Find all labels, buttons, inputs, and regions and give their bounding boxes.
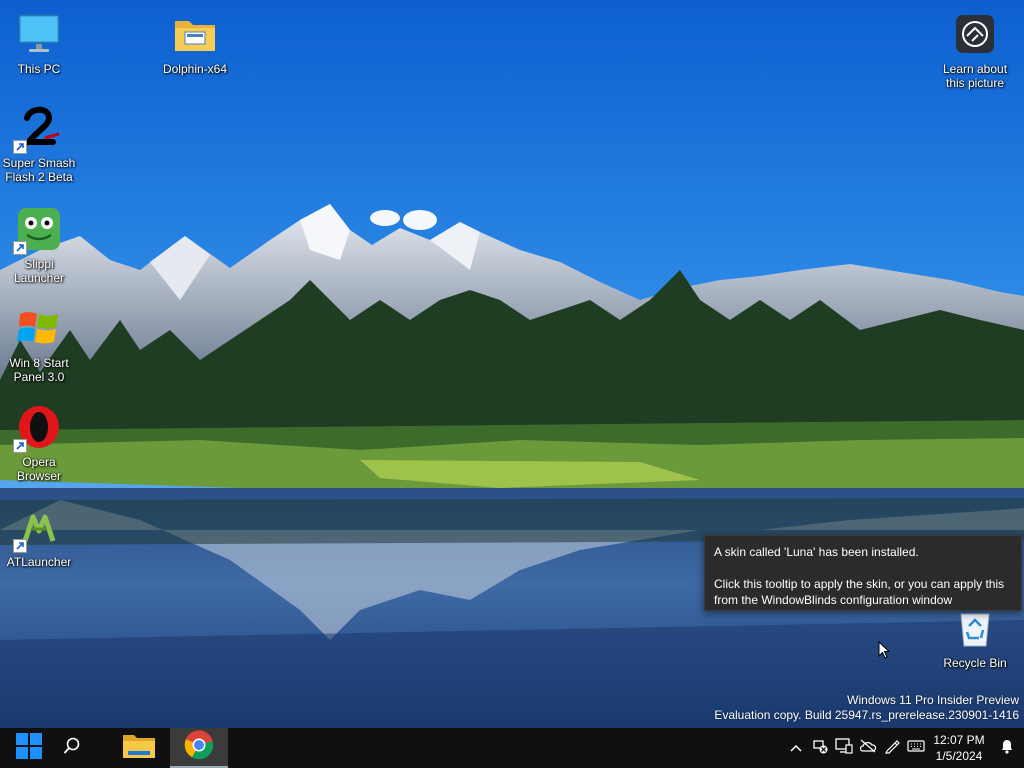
atlauncher-icon — [13, 503, 63, 553]
network-disconnected-icon — [812, 738, 828, 759]
desktop-icon-super-smash-flash[interactable]: Super Smash Flash 2 Beta — [1, 104, 77, 184]
search-icon — [63, 737, 81, 760]
watermark-line-1: Windows 11 Pro Insider Preview — [847, 693, 1019, 707]
shortcut-arrow-icon — [13, 241, 27, 255]
monitor-icon — [15, 10, 63, 58]
notification-center-button[interactable] — [990, 728, 1024, 768]
desktop-icon-slippi-launcher[interactable]: Slippi Launcher — [1, 205, 77, 285]
windows-start-icon — [16, 732, 42, 764]
desktop-icon-recycle-bin[interactable]: Recycle Bin — [937, 604, 1013, 670]
desktop-icon-label: Opera Browser — [16, 455, 61, 483]
clock-time: 12:07 PM — [933, 733, 985, 747]
desktop-icon-label: Dolphin-x64 — [162, 62, 228, 76]
shortcut-arrow-icon — [13, 439, 27, 453]
tray-network-button[interactable] — [808, 728, 832, 768]
desktop-icon-dolphin[interactable]: Dolphin-x64 — [157, 10, 233, 76]
pen-icon — [884, 738, 900, 759]
chrome-taskbar-button[interactable] — [170, 728, 228, 768]
clock-date: 1/5/2024 — [935, 749, 983, 763]
desktop-icon-label: This PC — [17, 62, 61, 76]
tray-touch-keyboard-button[interactable] — [904, 728, 928, 768]
frog-icon — [13, 205, 63, 255]
windows-flag-icon — [15, 304, 63, 352]
desktop-icon-opera-browser[interactable]: Opera Browser — [1, 403, 77, 483]
taskbar: 12:07 PM 1/5/2024 — [0, 728, 1024, 768]
shortcut-arrow-icon — [13, 539, 27, 553]
desktop-icon-win8-start-panel[interactable]: Win 8 Start Panel 3.0 — [1, 304, 77, 384]
windowblinds-tooltip[interactable]: A skin called 'Luna' has been installed.… — [704, 535, 1022, 611]
watermark-line-2: Evaluation copy. Build 25947.rs_prerelea… — [714, 708, 1019, 722]
keyboard-icon — [907, 739, 925, 757]
desktop-icon-label: Super Smash Flash 2 Beta — [2, 156, 76, 184]
tray-onedrive-button[interactable] — [856, 728, 880, 768]
file-explorer-icon — [122, 732, 156, 765]
file-explorer-button[interactable] — [110, 728, 168, 768]
folder-icon — [171, 10, 219, 58]
desktop-icon-learn-about-picture[interactable]: Learn about this picture — [937, 10, 1013, 90]
tray-pen-button[interactable] — [880, 728, 904, 768]
tray-display-button[interactable] — [832, 728, 856, 768]
show-hidden-icons-button[interactable] — [784, 728, 808, 768]
evaluation-watermark: Windows 11 Pro Insider Preview Evaluatio… — [714, 693, 1019, 723]
chrome-icon — [184, 729, 214, 765]
shortcut-arrow-icon — [13, 140, 27, 154]
desktop-wallpaper — [0, 0, 1024, 728]
ssf2-icon — [13, 104, 63, 154]
tooltip-body: Click this tooltip to apply the skin, or… — [714, 577, 1005, 607]
recycle-bin-icon — [951, 604, 999, 652]
system-tray: 12:07 PM 1/5/2024 — [784, 728, 1024, 768]
display-icon — [835, 737, 853, 759]
desktop-icon-atlauncher[interactable]: ATLauncher — [1, 503, 77, 569]
desktop-icon-label: Slippi Launcher — [13, 257, 65, 285]
tooltip-title: A skin called 'Luna' has been installed. — [714, 545, 919, 559]
chevron-up-icon — [790, 739, 802, 757]
mouse-cursor-icon — [878, 640, 891, 665]
search-button[interactable] — [58, 728, 86, 768]
desktop-icon-this-pc[interactable]: This PC — [1, 10, 77, 76]
desktop-icon-label: ATLauncher — [6, 555, 72, 569]
desktop-icon-label: Recycle Bin — [943, 656, 1007, 670]
desktop-icon-label: Win 8 Start Panel 3.0 — [9, 356, 69, 384]
opera-icon — [13, 403, 63, 453]
bell-icon — [1000, 738, 1014, 759]
start-button[interactable] — [0, 728, 58, 768]
camera-icon — [951, 10, 999, 58]
cloud-off-icon — [859, 739, 877, 758]
taskbar-clock[interactable]: 12:07 PM 1/5/2024 — [928, 732, 990, 764]
desktop-icon-label: Learn about this picture — [942, 62, 1008, 90]
